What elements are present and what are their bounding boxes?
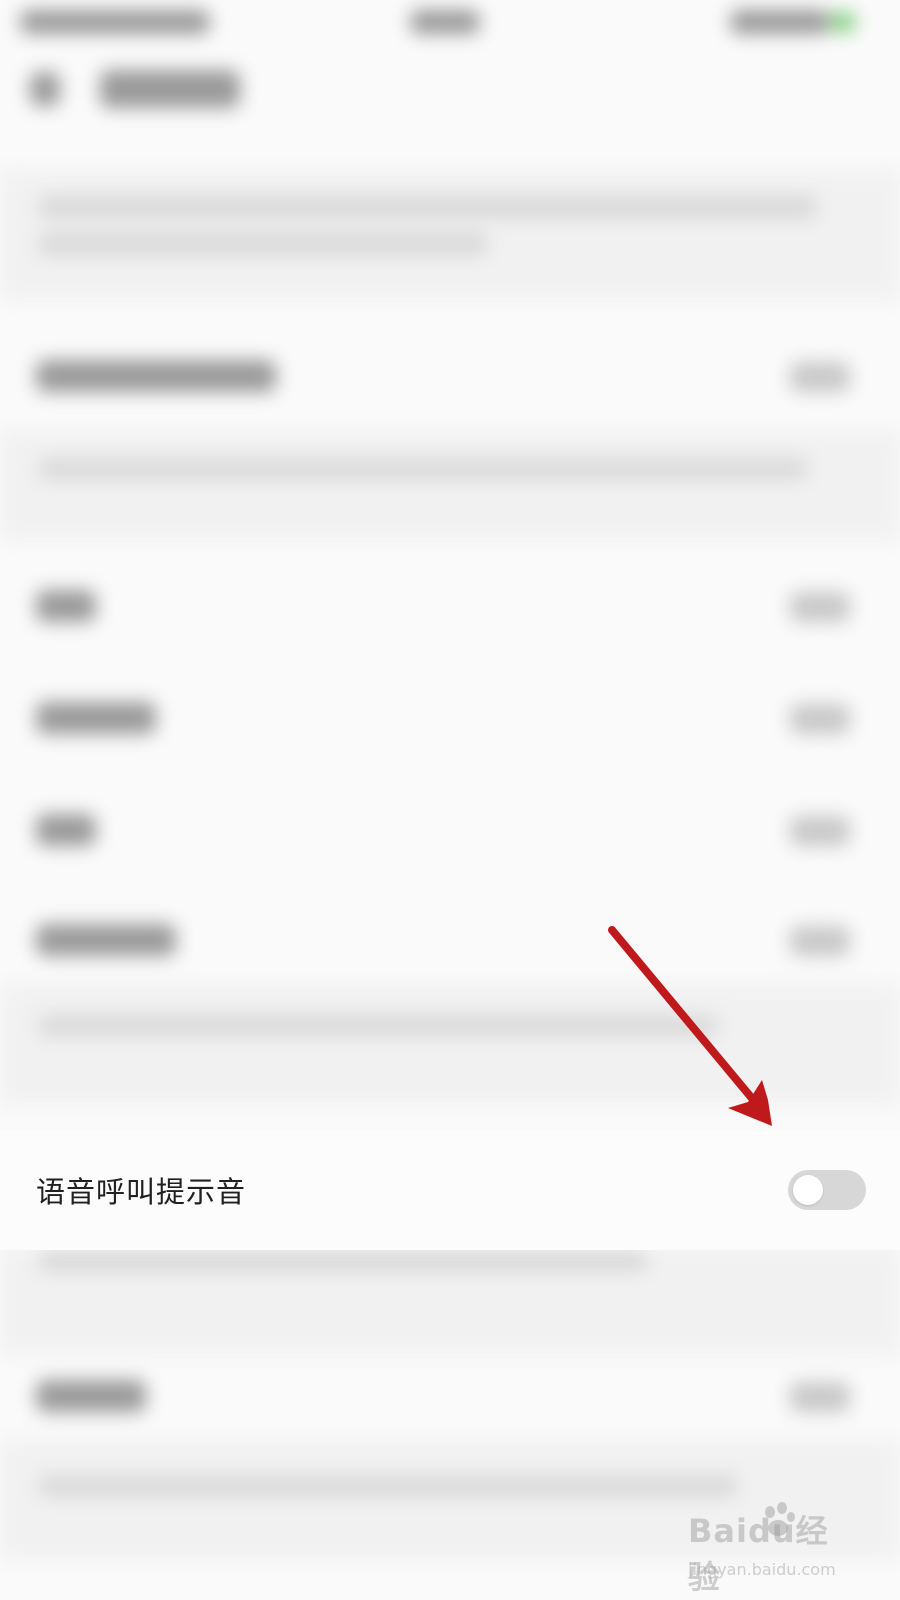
blurred-background — [0, 0, 900, 1600]
watermark-url: jingyan.baidu.com — [688, 1560, 836, 1579]
toggle-knob — [793, 1175, 823, 1205]
baidu-jingyan-watermark: Baidu经验 jingyan.baidu.com — [688, 1500, 858, 1596]
voice-call-ringtone-label: 语音呼叫提示音 — [36, 1175, 247, 1209]
watermark-brand: Baidu经验 — [688, 1512, 829, 1596]
voice-call-ringtone-row[interactable]: 语音呼叫提示音 — [0, 1130, 900, 1250]
settings-screen: 语音呼叫提示音 Baidu经验 jingyan.baidu.com — [0, 0, 900, 1600]
voice-call-ringtone-toggle[interactable] — [788, 1170, 866, 1210]
